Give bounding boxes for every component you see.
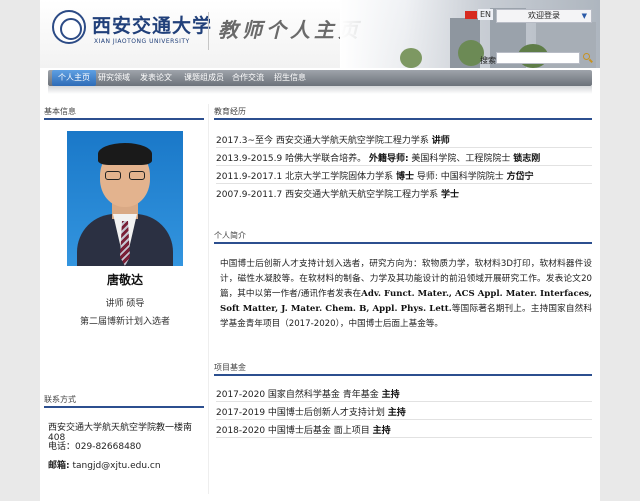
login-dropdown[interactable]: 欢迎登录 ▼	[496, 9, 592, 23]
nav-shadow	[48, 86, 592, 94]
contact-title: 联系方式	[44, 395, 76, 404]
university-logo-en: XIAN JIAOTONG UNIVERSITY	[94, 38, 190, 45]
nav-item-admission[interactable]: 招生信息	[274, 70, 306, 86]
china-flag-icon[interactable]	[465, 11, 477, 19]
nav-item-research[interactable]: 研究领域	[98, 70, 130, 86]
project-row: 2017-2020 国家自然科学基金 青年基金 主持	[216, 390, 400, 400]
phone-label: 电话：	[48, 442, 76, 452]
basic-info-rule	[44, 118, 204, 120]
profile-position: 讲师 硕导	[105, 299, 145, 309]
profile-photo	[67, 131, 183, 266]
bio-rule	[214, 242, 592, 244]
education-row: 2017.3~至今 西安交通大学航天航空学院工程力学系 讲师	[216, 136, 450, 146]
header-divider	[208, 12, 209, 50]
chevron-down-icon: ▼	[581, 12, 587, 20]
university-seal-icon[interactable]	[52, 10, 86, 44]
main-nav: 个人主页 研究领域 发表论文 课题组成员 合作交流 招生信息	[48, 70, 592, 86]
nav-item-papers[interactable]: 发表论文	[140, 70, 172, 86]
search-input[interactable]	[496, 52, 580, 64]
education-row: 2013.9-2015.9 哈佛大学联合培养。 外籍导师: 美国科学院、工程院院…	[216, 154, 541, 164]
education-rule	[214, 118, 592, 120]
contact-email: 邮箱: tangjd@xjtu.edu.cn	[48, 458, 161, 471]
education-title: 教育经历	[214, 107, 246, 116]
email-value[interactable]: tangjd@xjtu.edu.cn	[72, 461, 160, 471]
nav-item-home[interactable]: 个人主页	[52, 70, 96, 86]
profile-honor: 第二届博新计划入选者	[79, 317, 170, 327]
login-label: 欢迎登录	[528, 11, 560, 20]
education-row: 2011.9-2017.1 北京大学工学院固体力学系 博士 导师: 中国科学院院…	[216, 172, 534, 182]
search-icon[interactable]	[583, 53, 590, 60]
education-row: 2007.9-2011.7 西安交通大学航天航空学院工程力学系 学士	[216, 190, 459, 200]
projects-rule	[214, 374, 592, 376]
university-logo-text[interactable]: 西安交通大学	[92, 11, 212, 38]
bio-paragraph: 中国博士后创新人才支持计划入选者，研究方向为：软物质力学，软材料3D打印，软材料…	[220, 259, 593, 329]
bio-title: 个人简介	[214, 231, 246, 240]
email-label: 邮箱:	[48, 461, 70, 471]
contact-rule	[44, 406, 204, 408]
nav-item-group[interactable]: 课题组成员	[184, 70, 224, 86]
basic-info-title: 基本信息	[44, 107, 76, 116]
nav-item-cooperation[interactable]: 合作交流	[232, 70, 264, 86]
phone-value: 029-82668480	[75, 442, 142, 452]
page: 西安交通大学 XIAN JIAOTONG UNIVERSITY 教师个人主页 E…	[40, 0, 600, 501]
project-row: 2018-2020 中国博士后基金 面上项目 主持	[216, 426, 391, 436]
language-switch[interactable]: EN	[478, 9, 494, 20]
profile-name: 唐敬达	[106, 273, 143, 287]
contact-phone: 电话：029-82668480	[48, 439, 141, 452]
site-header: 西安交通大学 XIAN JIAOTONG UNIVERSITY 教师个人主页 E…	[40, 0, 600, 68]
projects-title: 项目基金	[214, 363, 246, 372]
project-row: 2017-2019 中国博士后创新人才支持计划 主持	[216, 408, 406, 418]
